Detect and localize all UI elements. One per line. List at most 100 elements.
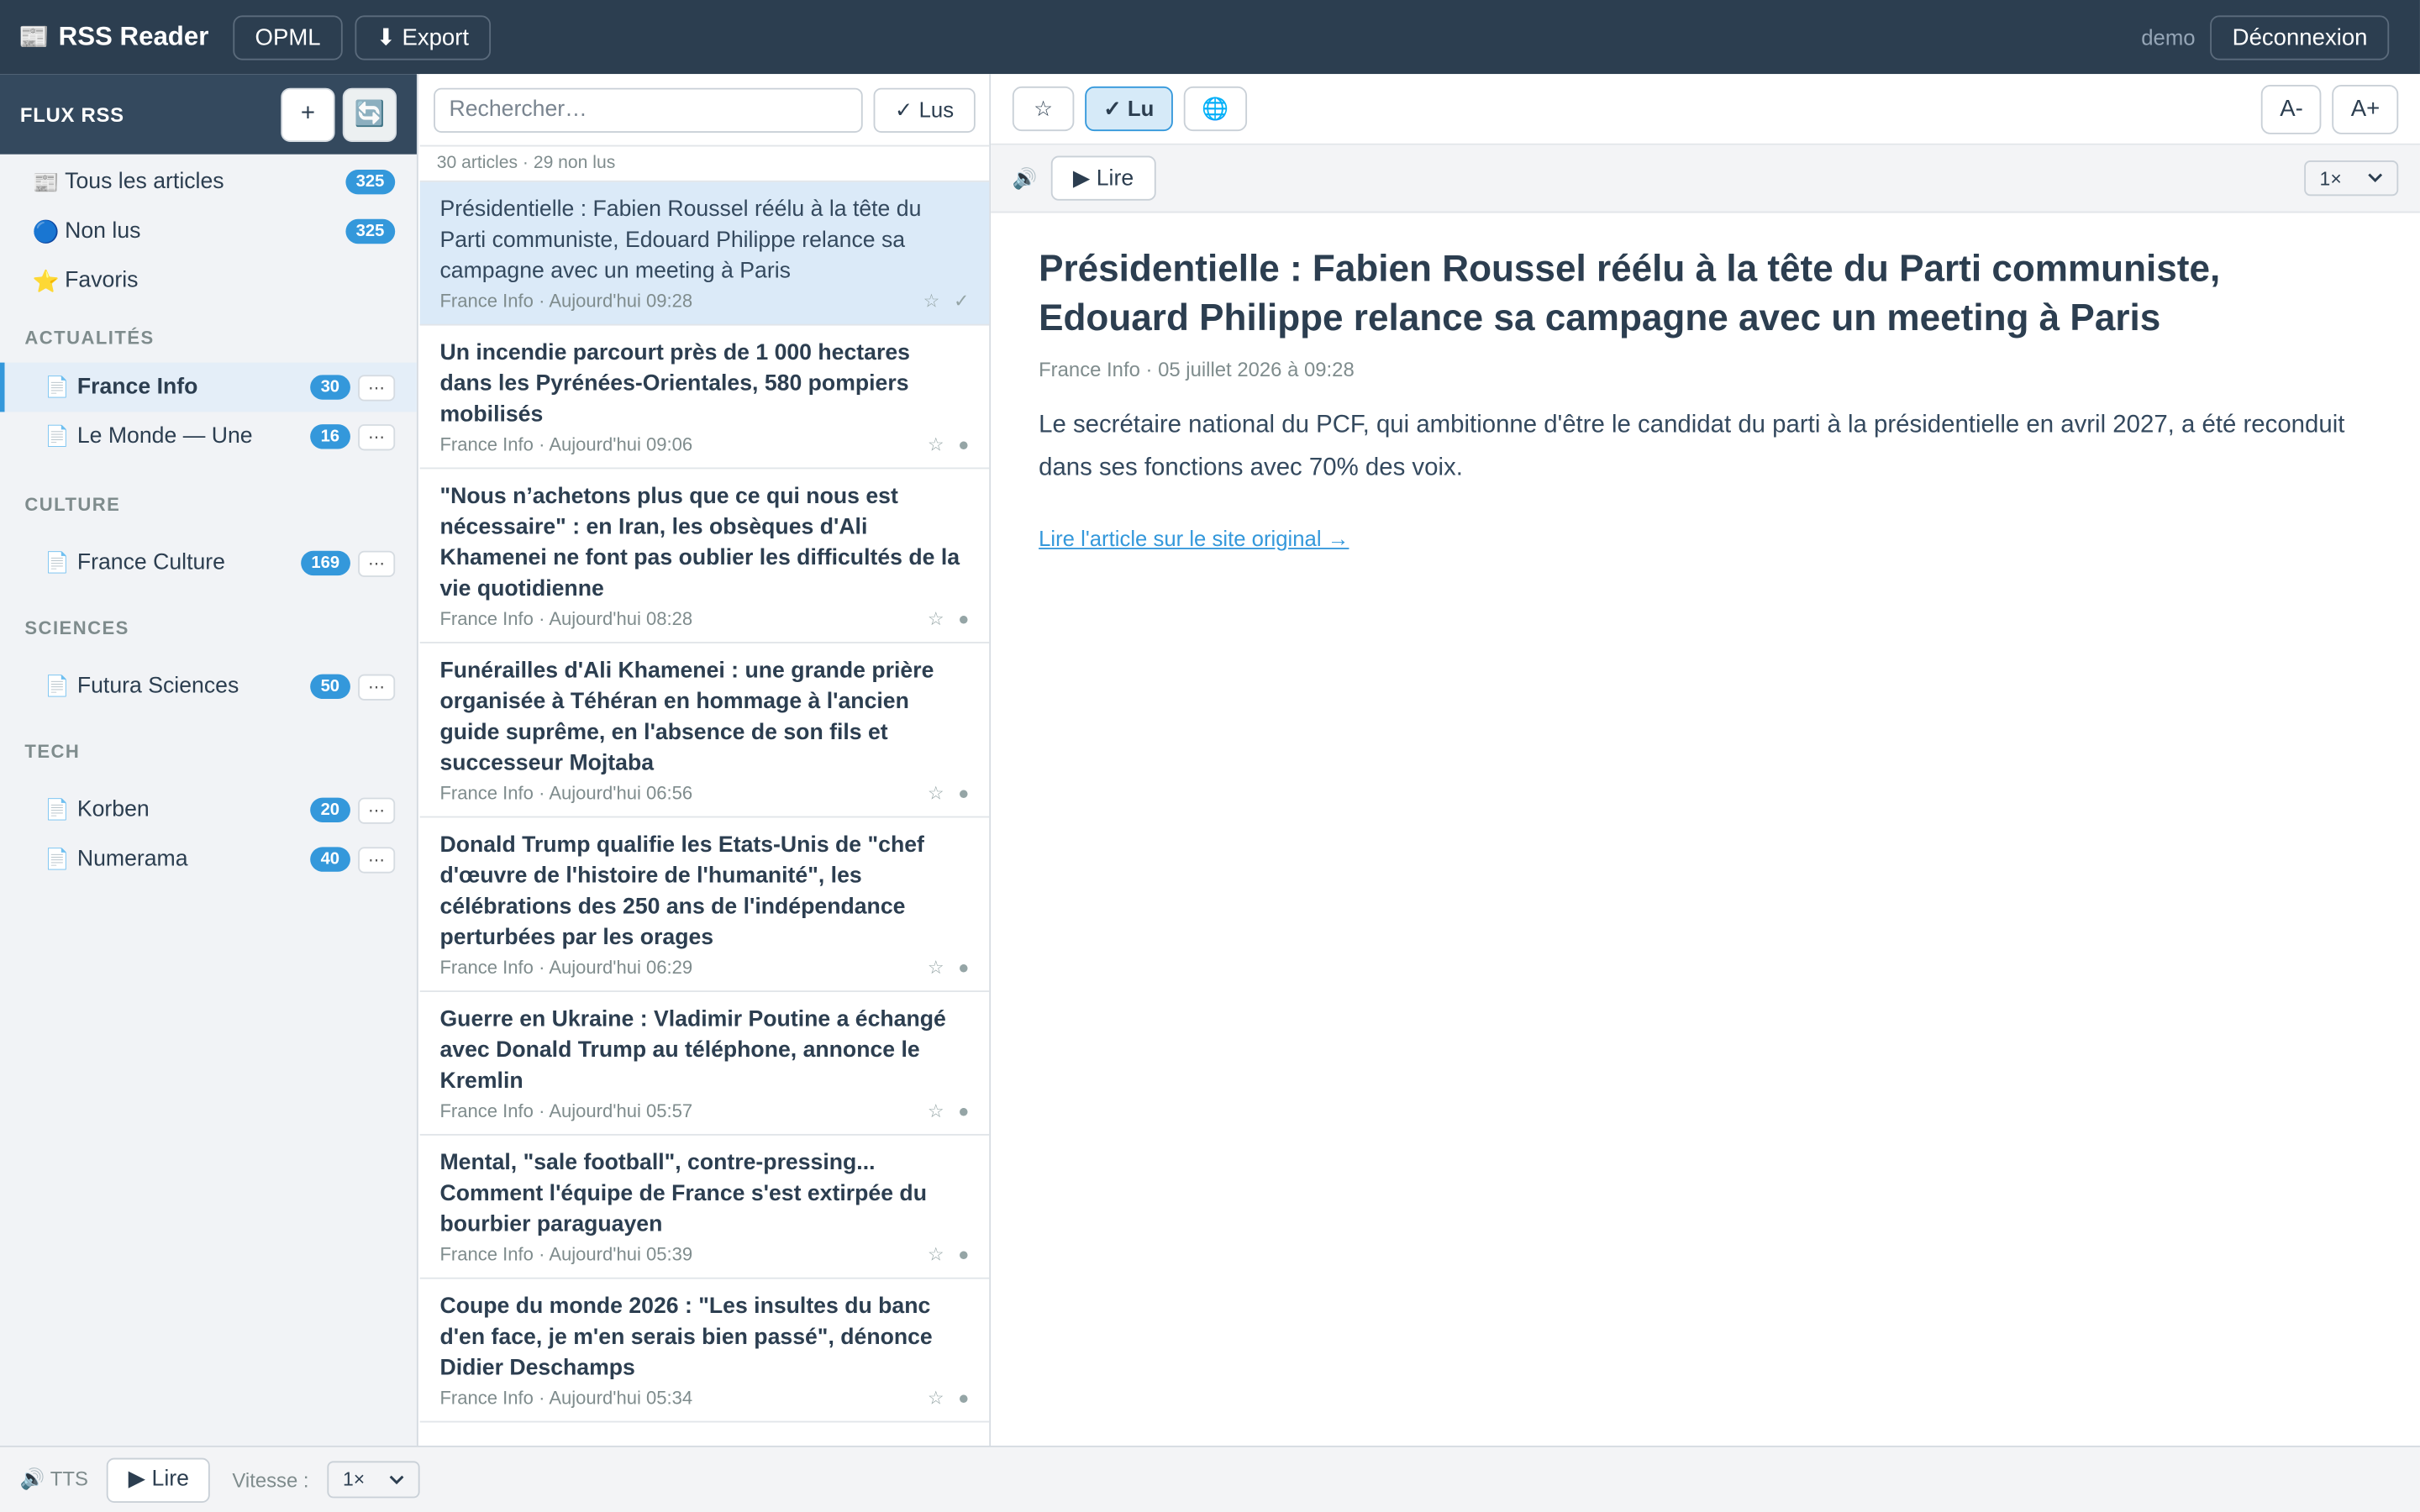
list-item[interactable]: Présidentielle : Fabien Roussel réélu à …: [419, 181, 990, 326]
refresh-icon[interactable]: 🔄: [342, 87, 397, 142]
count-badge: 30: [309, 375, 350, 400]
unread-dot-icon[interactable]: ●: [958, 957, 969, 979]
sidebar-item-feed[interactable]: 📄 France Culture 169 ⋯: [0, 538, 417, 588]
article-title: Funérailles d'Ali Khamenei : une grande …: [439, 659, 934, 776]
more-icon[interactable]: ⋯: [358, 796, 396, 823]
more-icon[interactable]: ⋯: [358, 846, 396, 873]
sidebar-item-label: Favoris: [65, 268, 139, 293]
sidebar-header: FLUX RSS + 🔄: [0, 74, 417, 155]
font-larger-button[interactable]: A+: [2332, 84, 2399, 134]
more-icon[interactable]: ⋯: [358, 673, 396, 700]
page-icon: 📄: [45, 674, 70, 698]
sidebar-item-feed[interactable]: 📄 Korben 20 ⋯: [0, 785, 417, 835]
article-meta: France Info · Aujourd'hui 09:06 ☆ ●: [439, 433, 969, 455]
article-actions: ☆ ●: [928, 608, 970, 630]
opml-button[interactable]: OPML: [233, 14, 343, 60]
article-actions: ☆ ●: [928, 433, 970, 455]
star-icon[interactable]: ☆: [928, 433, 944, 455]
play-button[interactable]: ▶ Lire: [1051, 155, 1155, 201]
page-icon: 📄: [45, 424, 70, 448]
sidebar-item-feed[interactable]: 📄 Futura Sciences 50 ⋯: [0, 662, 417, 711]
newspaper-icon: 📰: [18, 24, 50, 51]
category-heading: SCIENCES: [24, 617, 129, 639]
sidebar-item-favorites[interactable]: ⭐ Favoris: [0, 256, 417, 306]
original-article-link[interactable]: Lire l'article sur le site original →: [1039, 526, 1349, 550]
unread-dot-icon[interactable]: ●: [958, 782, 969, 804]
bottom-tts-bar: 🔊 TTS ▶ Lire Vitesse : 1×: [0, 1445, 2420, 1512]
sidebar-item-feed[interactable]: 📄 Numerama 40 ⋯: [0, 835, 417, 885]
play-button[interactable]: ▶ Lire: [106, 1457, 211, 1503]
category-heading: CULTURE: [24, 493, 121, 516]
star-icon[interactable]: ☆: [928, 608, 944, 630]
star-icon[interactable]: ☆: [928, 957, 944, 979]
article-meta: France Info · Aujourd'hui 06:56 ☆ ●: [439, 782, 969, 804]
article-content: Présidentielle : Fabien Roussel réélu à …: [991, 213, 2420, 585]
star-icon[interactable]: ☆: [923, 290, 940, 312]
more-icon[interactable]: ⋯: [358, 423, 396, 450]
article-title: Donald Trump qualifie les Etats-Unis de …: [439, 832, 924, 951]
article-source-date: France Info · Aujourd'hui 09:28: [439, 290, 693, 312]
speed-value: 1×: [342, 1468, 366, 1491]
speed-select[interactable]: 1×: [2304, 160, 2399, 197]
reader-pane: ☆ ✓ Lu 🌐 A- A+ 🔊 ▶ Lire 1× Présidentiell…: [991, 74, 2420, 1446]
add-feed-button[interactable]: +: [281, 87, 335, 142]
mark-read-button[interactable]: ✓ Lu: [1085, 86, 1173, 132]
article-meta: France Info · 05 juillet 2026 à 09:28: [1039, 358, 1355, 381]
star-icon[interactable]: ☆: [928, 1100, 944, 1122]
list-item[interactable]: Funérailles d'Ali Khamenei : une grande …: [419, 643, 990, 818]
star-icon: ⭐: [32, 267, 60, 293]
category-heading: ACTUALITÉS: [24, 327, 155, 349]
sidebar-item-label: Tous les articles: [65, 170, 224, 195]
list-item[interactable]: Coupe du monde 2026 : "Les insultes du b…: [419, 1279, 990, 1423]
article-actions: ☆ ✓: [923, 290, 970, 312]
count-badge: 20: [309, 797, 350, 822]
sidebar-item-feed[interactable]: 📄 Le Monde — Une 16 ⋯: [0, 412, 417, 461]
star-icon[interactable]: ☆: [928, 1387, 944, 1409]
sidebar-item-unread[interactable]: 🔵 Non lus 325: [0, 207, 417, 256]
article-title: Coupe du monde 2026 : "Les insultes du b…: [439, 1294, 933, 1381]
list-item[interactable]: Un incendie parcourt près de 1 000 hecta…: [419, 326, 990, 470]
speed-select[interactable]: 1×: [327, 1461, 420, 1499]
article-actions: ☆ ●: [928, 1243, 970, 1265]
article-meta: France Info · Aujourd'hui 05:57 ☆ ●: [439, 1100, 969, 1122]
article-body: Le secrétaire national du PCF, qui ambit…: [1039, 412, 2345, 482]
article-meta: France Info · Aujourd'hui 09:28 ☆ ✓: [439, 290, 969, 312]
search-input[interactable]: [434, 87, 863, 133]
page-icon: 📄: [45, 797, 70, 822]
globe-icon[interactable]: 🌐: [1183, 86, 1248, 132]
list-item[interactable]: Guerre en Ukraine : Vladimir Poutine a é…: [419, 992, 990, 1136]
article-title: Présidentielle : Fabien Roussel réélu à …: [439, 197, 922, 284]
list-item[interactable]: Mental, "sale football", contre-pressing…: [419, 1136, 990, 1279]
unread-dot-icon[interactable]: ●: [958, 1243, 969, 1265]
sidebar-item-all-articles[interactable]: 📰 Tous les articles 325: [0, 157, 417, 207]
show-read-button[interactable]: ✓ Lus: [873, 87, 976, 133]
unread-dot-icon[interactable]: ●: [958, 608, 969, 630]
app-brand[interactable]: 📰 RSS Reader: [18, 22, 208, 53]
logout-button[interactable]: Déconnexion: [2210, 14, 2390, 60]
page-icon: 📄: [45, 847, 70, 870]
font-smaller-button[interactable]: A-: [2261, 84, 2322, 134]
star-icon[interactable]: ☆: [928, 1243, 944, 1265]
count-badge: 50: [309, 674, 350, 700]
article-title: Guerre en Ukraine : Vladimir Poutine a é…: [439, 1007, 946, 1095]
list-item[interactable]: Donald Trump qualifie les Etats-Unis de …: [419, 817, 990, 992]
star-icon[interactable]: ☆: [928, 782, 944, 804]
favorite-star-icon[interactable]: ☆: [1012, 86, 1075, 132]
count-badge: 325: [345, 170, 396, 195]
sidebar-item-label: Non lus: [65, 218, 141, 244]
more-icon[interactable]: ⋯: [358, 549, 396, 577]
unread-dot-icon[interactable]: ●: [958, 1100, 969, 1122]
feed-label: Korben: [76, 797, 150, 822]
more-icon[interactable]: ⋯: [358, 374, 396, 401]
sidebar-title: FLUX RSS: [19, 102, 124, 126]
article-source-date: France Info · Aujourd'hui 09:06: [439, 433, 693, 455]
check-icon[interactable]: ✓: [954, 290, 969, 312]
export-button[interactable]: ⬇ Export: [355, 14, 491, 60]
sidebar-item-feed[interactable]: 📄 France Info 30 ⋯: [0, 362, 417, 412]
list-item[interactable]: "Nous n’achetons plus que ce qui nous es…: [419, 469, 990, 643]
unread-dot-icon[interactable]: ●: [958, 1387, 969, 1409]
app-title: RSS Reader: [58, 21, 209, 51]
count-badge: 169: [300, 550, 350, 576]
unread-dot-icon[interactable]: ●: [958, 433, 969, 455]
article-meta: France Info · Aujourd'hui 06:29 ☆ ●: [439, 957, 969, 979]
